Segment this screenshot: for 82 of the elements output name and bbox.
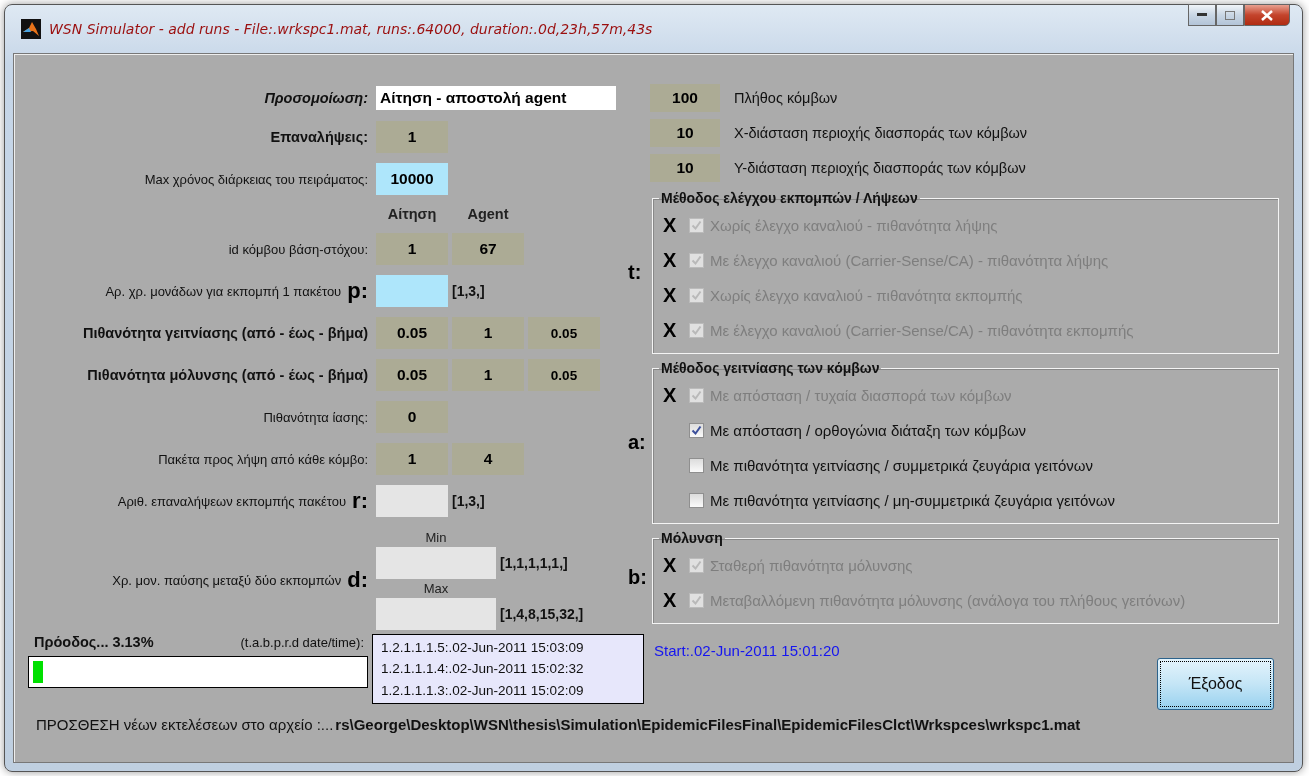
- value-cell: 1: [452, 317, 524, 349]
- checkbox[interactable]: [689, 492, 704, 508]
- x-marker: X: [663, 553, 678, 577]
- app-icon: [21, 19, 41, 39]
- value-cell: 1: [376, 121, 448, 153]
- start-time: Start:.02-Jun-2011 15:01:20: [654, 642, 840, 659]
- value-cell: 0.05: [376, 317, 448, 349]
- field-label: Πιθανότητα ίασης:: [263, 409, 368, 425]
- file-path: rs\George\Desktop\WSN\thesis\Simulation\EpidemicFilesFinal\EpidemicFilesClct\Wrkspces\wrkspc1.mat: [335, 716, 1081, 733]
- column-header: Agent: [466, 206, 510, 222]
- close-button[interactable]: [1244, 4, 1290, 26]
- field-label: Πιθανότητα γειτνίασης (από - έως - βήμα): [82, 325, 368, 341]
- input-field[interactable]: [376, 598, 496, 630]
- value-cell: 0.05: [528, 359, 600, 391]
- x-marker: X: [663, 383, 678, 407]
- x-marker: X: [663, 213, 678, 237]
- maximize-icon: [1225, 10, 1235, 20]
- x-marker: X: [663, 588, 678, 612]
- value-cell: 0.05: [528, 317, 600, 349]
- value-cell: 10: [650, 154, 720, 182]
- range-hint: [1,4,8,15,32,]: [500, 606, 584, 622]
- field-label: Αρ. χρ. μονάδων για εκπομπή 1 πακέτου: [105, 283, 342, 299]
- parameter-letter: d:: [347, 567, 368, 593]
- x-marker: X: [663, 248, 678, 272]
- minimize-button[interactable]: [1188, 4, 1216, 26]
- minimize-icon: [1197, 13, 1207, 17]
- option-label: Με απόσταση / ορθογώνια διάταξη των κόμβων: [710, 421, 1027, 439]
- option-label: Με πιθανότητα γειτνίασης / μη-συμμετρικά ζευγάρια γειτόνων: [710, 491, 1115, 509]
- parameter-letter: t:: [628, 260, 643, 284]
- parameter-letter: r:: [352, 488, 368, 514]
- field-label: Πακέτα προς λήψη από κάθε κόμβο:: [158, 451, 368, 467]
- window-title: WSN Simulator - add runs - File:.wrkspc1.mat, runs:.64000, duration:.0d,23h,57m,43s: [49, 21, 653, 37]
- parameter-letter: p:: [347, 278, 368, 304]
- value-cell: 10: [650, 119, 720, 147]
- log-entry: 1.2.1.1.1.3:.02-Jun-2011 15:02:09: [381, 682, 585, 698]
- field-label: Αριθ. επαναλήψεων εκπομπής πακέτου: [117, 493, 347, 509]
- group-title: Μόλυνση: [660, 530, 724, 546]
- value-cell: 0: [376, 401, 448, 433]
- group-title: Μέθοδος ελέγχου εκπομπών / Λήψεων: [660, 190, 919, 206]
- field-label: Προσομοίωση:: [264, 90, 368, 106]
- value-cell: 100: [650, 84, 720, 112]
- field-label: Max χρόνος διάρκειας του πειράματος:: [144, 171, 368, 187]
- group-title: Μέθοδος γειτνίασης των κόμβων: [660, 360, 881, 376]
- value-cell: 67: [452, 233, 524, 265]
- log-entry: 1.2.1.1.1.5:.02-Jun-2011 15:03:09: [381, 640, 585, 656]
- range-hint: [1,1,1,1,1,]: [500, 555, 568, 571]
- progress-label: Πρόοδος... 3.13%: [34, 634, 154, 650]
- parameter-letter: b:: [628, 565, 648, 589]
- field-label: id κόμβου βάση-στόχου:: [228, 241, 368, 257]
- field-label: Πιθανότητα μόλυνσης (από - έως - βήμα): [87, 367, 368, 383]
- parameter-letter: a:: [628, 430, 647, 454]
- value-cell: 1: [376, 443, 448, 475]
- input-field[interactable]: [376, 485, 448, 517]
- exit-button[interactable]: Έξοδος: [1157, 658, 1274, 710]
- x-marker: X: [663, 283, 678, 307]
- column-header: Αίτηση: [386, 206, 438, 222]
- status-label: ΠΡΟΣΘΕΣΗ νέων εκτελέσεων στο αρχείο :...: [36, 716, 334, 733]
- text-field[interactable]: Αίτηση - αποστολή agent: [376, 86, 616, 110]
- field-label: Χρ. μον. παύσης μεταξύ δύο εκπομπών: [112, 572, 342, 588]
- maximize-button[interactable]: [1216, 4, 1244, 26]
- bound-caption: Min: [424, 530, 448, 545]
- value-cell: 1: [452, 359, 524, 391]
- input-field[interactable]: [376, 275, 448, 307]
- x-marker: X: [663, 318, 678, 342]
- input-field[interactable]: [376, 547, 496, 579]
- field-label: X-διάσταση περιοχής διασποράς των κόμβων: [734, 125, 1028, 141]
- value-cell: 4: [452, 443, 524, 475]
- value-cell: 0.05: [376, 359, 448, 391]
- bound-caption: Max: [422, 581, 450, 596]
- close-icon: [1261, 9, 1273, 21]
- field-label: Y-διάσταση περιοχής διασποράς των κόμβων: [734, 160, 1026, 176]
- range-hint: [1,3,]: [452, 283, 485, 299]
- range-hint: [1,3,]: [452, 493, 485, 509]
- value-cell: 1: [376, 233, 448, 265]
- field-label: Πλήθος κόμβων: [734, 90, 838, 106]
- checkbox[interactable]: [689, 457, 704, 473]
- log-label: (t.a.b.p.r.d date/time):: [240, 634, 364, 650]
- checkbox[interactable]: [689, 422, 704, 438]
- option-label: Με πιθανότητα γειτνίασης / συμμετρικά ζευγάρια γειτόνων: [710, 456, 1094, 474]
- field-label: Επαναλήψεις:: [270, 129, 368, 145]
- log-entry: 1.2.1.1.1.4:.02-Jun-2011 15:02:32: [381, 661, 585, 677]
- input-field[interactable]: 10000: [376, 163, 448, 195]
